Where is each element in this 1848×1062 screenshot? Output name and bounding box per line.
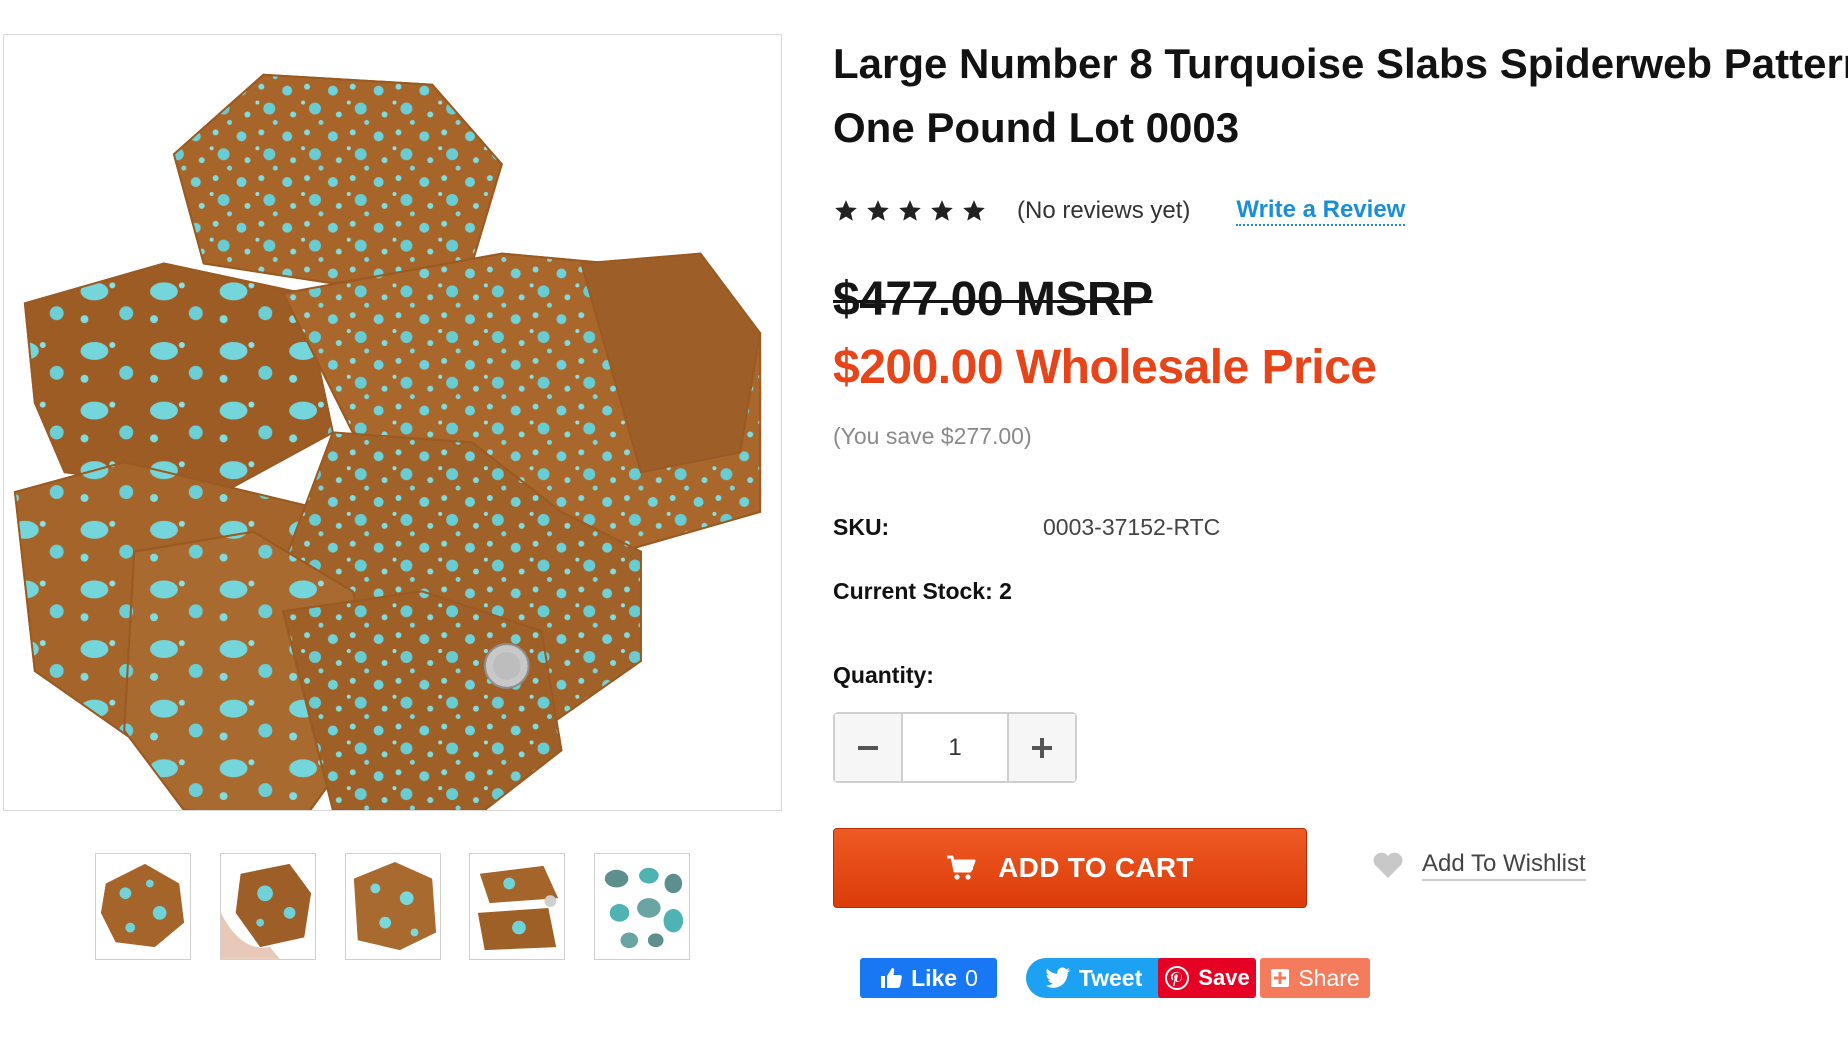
quantity-input[interactable] xyxy=(903,714,1007,781)
facebook-like-count: 0 xyxy=(965,964,978,991)
product-title-line1: Large Number 8 Turquoise Slabs Spiderweb… xyxy=(833,40,1848,87)
add-to-cart-button[interactable]: ADD TO CART xyxy=(833,828,1307,908)
thumbnail-5[interactable] xyxy=(594,853,690,960)
turquoise-slabs-image xyxy=(13,73,762,810)
thumbnail-strip xyxy=(95,853,691,961)
star-icon xyxy=(835,200,857,221)
quantity-label: Quantity: xyxy=(833,662,934,688)
thumbnail-1[interactable] xyxy=(95,853,191,960)
star-icon xyxy=(963,200,985,221)
tweet-label: Tweet xyxy=(1078,964,1143,991)
share-plus-icon xyxy=(1271,969,1290,987)
star-rating xyxy=(833,198,987,224)
facebook-like-icon xyxy=(881,968,902,988)
star-icon xyxy=(899,200,921,221)
product-main-image[interactable] xyxy=(3,34,782,811)
review-count: (No reviews yet) xyxy=(1017,197,1191,224)
twitter-icon xyxy=(1045,967,1070,988)
thumbnail-2[interactable] xyxy=(220,853,316,960)
pinterest-save-button[interactable]: Save xyxy=(1158,958,1256,998)
quantity-stepper xyxy=(833,712,1077,783)
sku-label: SKU: xyxy=(833,514,890,540)
product-title-line2: One Pound Lot 0003 xyxy=(833,104,1240,151)
cart-icon xyxy=(947,855,976,880)
wishlist-label: Add To Wishlist xyxy=(1422,849,1586,881)
msrp-price: $477.00 MSRP xyxy=(833,273,1153,326)
share-label: Share xyxy=(1298,964,1360,991)
facebook-like-button[interactable]: Like 0 xyxy=(860,958,997,998)
rating-row: (No reviews yet) Write a Review xyxy=(833,193,1406,229)
current-stock: Current Stock: 2 xyxy=(833,578,1012,604)
thumbnail-4[interactable] xyxy=(469,853,565,960)
add-to-wishlist-button[interactable]: Add To Wishlist xyxy=(1372,849,1586,881)
tweet-button[interactable]: Tweet xyxy=(1026,958,1161,998)
plus-icon xyxy=(1032,737,1052,758)
minus-icon xyxy=(858,745,878,750)
star-icon xyxy=(931,200,953,221)
write-review-link[interactable]: Write a Review xyxy=(1236,196,1406,226)
facebook-like-label: Like xyxy=(911,964,958,991)
pinterest-icon xyxy=(1165,966,1190,990)
increase-quantity-button[interactable] xyxy=(1007,714,1075,781)
heart-icon xyxy=(1373,852,1403,878)
product-title: Large Number 8 Turquoise Slabs Spiderweb… xyxy=(833,32,1848,160)
add-to-cart-label: ADD TO CART xyxy=(998,852,1194,883)
wholesale-price: $200.00 Wholesale Price xyxy=(833,341,1377,394)
sku-value: 0003-37152-RTC xyxy=(1043,514,1221,540)
share-button[interactable]: Share xyxy=(1260,958,1370,998)
savings-text: (You save $277.00) xyxy=(833,423,1032,449)
decrease-quantity-button[interactable] xyxy=(835,714,903,781)
pinterest-save-label: Save xyxy=(1198,965,1250,990)
star-icon xyxy=(867,200,889,221)
thumbnail-3[interactable] xyxy=(345,853,441,960)
